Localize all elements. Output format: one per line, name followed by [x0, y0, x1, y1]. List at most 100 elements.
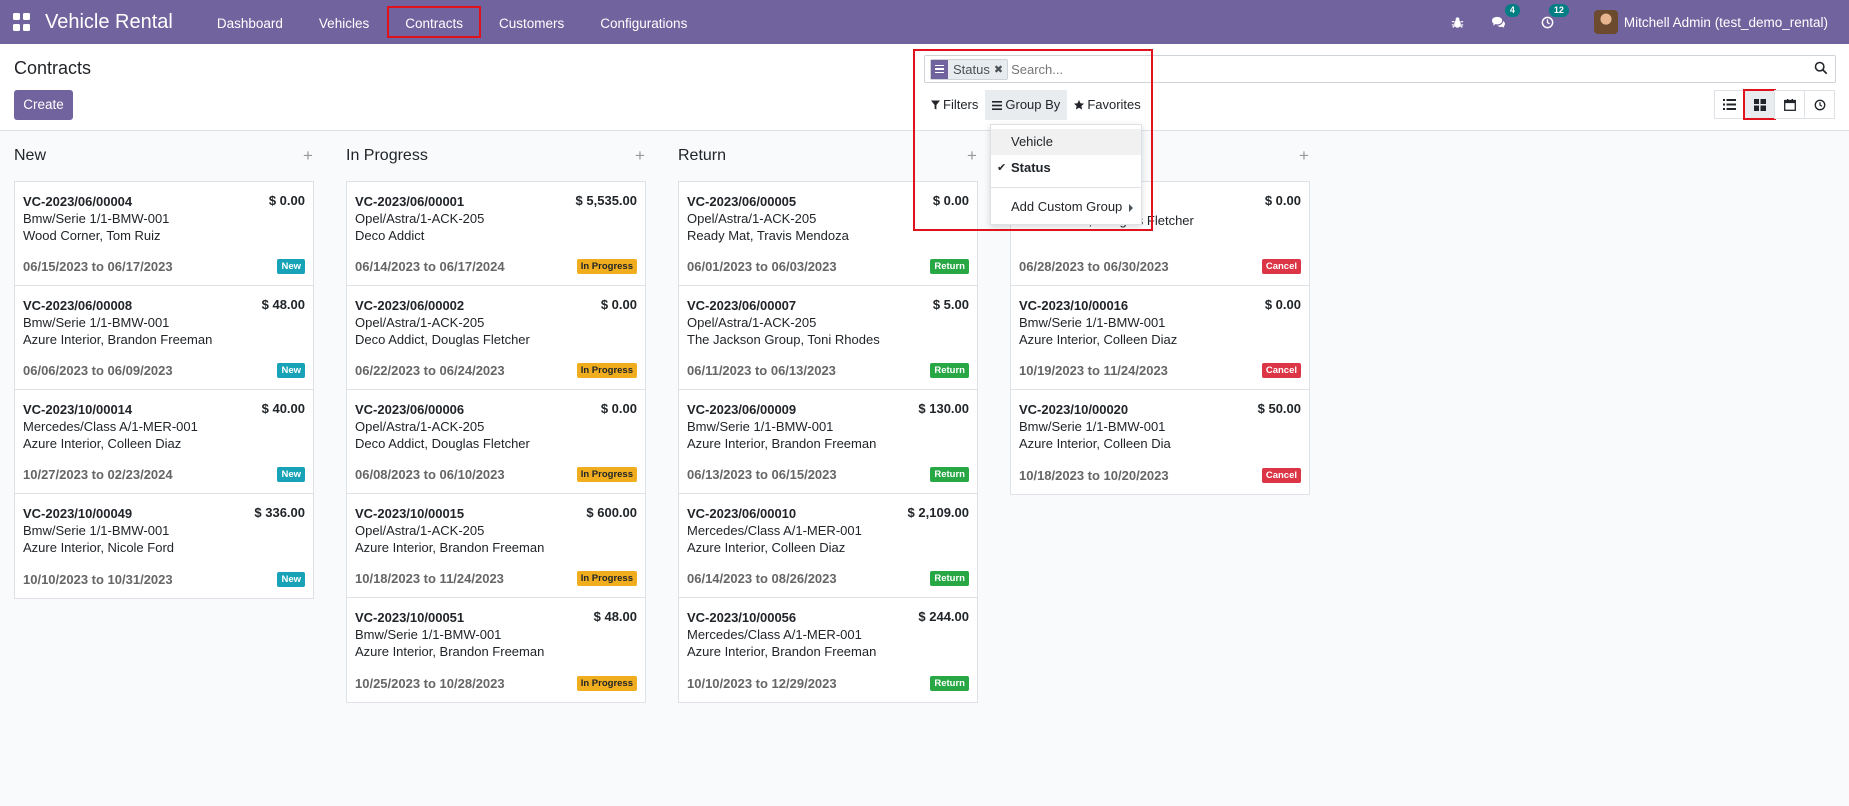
- contract-vehicle: Bmw/Serie 1/1-BMW-001: [1019, 315, 1166, 330]
- search-bar[interactable]: Status ✖: [924, 55, 1836, 83]
- activities-clock-icon[interactable]: 12: [1539, 4, 1569, 31]
- activity-view-button[interactable]: [1804, 90, 1835, 119]
- contract-customer: Wood Corner, Tom Ruiz: [23, 228, 161, 243]
- quick-create-plus-icon[interactable]: +: [1298, 146, 1310, 166]
- app-menu-icon[interactable]: [13, 13, 31, 31]
- menu-vehicles[interactable]: Vehicles: [301, 6, 387, 38]
- menu-contracts[interactable]: Contracts: [387, 6, 481, 38]
- contract-vehicle: Mercedes/Class A/1-MER-001: [23, 419, 198, 434]
- contract-customer: Azure Interior, Brandon Freeman: [355, 644, 545, 659]
- kanban-column: New + VC-2023/06/00004 $ 0.00 Bmw/Serie 1/1-…: [14, 131, 314, 599]
- kanban-card[interactable]: VC-2023/06/00009 $ 130.00 Bmw/Serie 1/1-BM…: [679, 390, 977, 494]
- contract-amount: $ 0.00: [600, 297, 637, 312]
- contract-customer: Azure Interior, Colleen Dia: [1019, 436, 1171, 451]
- contract-dates: 10/10/2023 to 12/29/2023: [687, 676, 837, 691]
- create-button[interactable]: Create: [14, 90, 73, 120]
- kanban-card[interactable]: VC-2023/06/00006 $ 0.00 Opel/Astra/1-ACK-2…: [347, 390, 645, 494]
- clock-icon: [1814, 99, 1825, 110]
- contract-amount: $ 0.00: [1264, 193, 1301, 208]
- contract-reference: VC-2023/06/00002: [355, 298, 465, 313]
- contract-amount: $ 2,109.00: [907, 505, 969, 520]
- contract-customer: Azure Interior, Brandon Freeman: [687, 436, 877, 451]
- kanban-card[interactable]: VC-2023/06/00004 $ 0.00 Bmw/Serie 1/1-BMW-…: [15, 182, 313, 286]
- contract-amount: $ 600.00: [586, 505, 637, 520]
- kanban-card[interactable]: VC-2023/10/00014 $ 40.00 Mercedes/Class A/…: [15, 390, 313, 494]
- kanban-view-icon: [1753, 98, 1766, 111]
- contract-vehicle: Opel/Astra/1-ACK-205: [355, 523, 485, 538]
- contract-amount: $ 336.00: [254, 505, 305, 520]
- contract-dates: 06/28/2023 to 06/30/2023: [1019, 259, 1169, 274]
- list-view-button[interactable]: [1714, 90, 1745, 119]
- user-avatar[interactable]: [1593, 10, 1618, 34]
- contract-amount: $ 0.00: [600, 401, 637, 416]
- kanban-cards: $ 0.00MER-001Deco Addict, Douglas Fletch…: [1010, 181, 1310, 495]
- filter-funnel-icon: [931, 100, 940, 110]
- kanban-card[interactable]: VC-2023/10/00056 $ 244.00 Mercedes/Class A…: [679, 598, 977, 702]
- add-custom-group[interactable]: Add Custom Group: [991, 194, 1141, 220]
- filters-toggle[interactable]: Filters: [924, 90, 985, 120]
- control-panel: Contracts Create Status ✖ Filters Group …: [0, 44, 1849, 131]
- contract-customer: Deco Addict, Douglas Fletcher: [355, 436, 530, 451]
- kanban-card[interactable]: VC-2023/06/00010 $ 2,109.00 Mercedes/Class…: [679, 494, 977, 598]
- kanban-cards: VC-2023/06/00004 $ 0.00 Bmw/Serie 1/1-BMW-…: [14, 181, 314, 599]
- group-by-option-vehicle[interactable]: Vehicle: [991, 129, 1141, 155]
- quick-create-plus-icon[interactable]: +: [966, 146, 978, 166]
- menu-customers[interactable]: Customers: [481, 6, 582, 38]
- group-by-option-status[interactable]: ✔ Status: [991, 155, 1141, 181]
- kanban-card[interactable]: VC-2023/06/00008 $ 48.00 Bmw/Serie 1/1-BMW…: [15, 286, 313, 390]
- star-icon: [1074, 100, 1085, 110]
- kanban-card[interactable]: VC-2023/06/00005 $ 0.00 Opel/Astra/1-ACK-2…: [679, 182, 977, 286]
- kanban-card[interactable]: VC-2023/10/00051 $ 48.00 Bmw/Serie 1/1-BMW…: [347, 598, 645, 702]
- list-view-icon: [1723, 99, 1736, 110]
- contract-vehicle: Mercedes/Class A/1-MER-001: [687, 627, 862, 642]
- kanban-cards: VC-2023/06/00001 $ 5,535.00 Opel/Astra/1-A…: [346, 181, 646, 703]
- kanban-card[interactable]: VC-2023/06/00002 $ 0.00 Opel/Astra/1-ACK-2…: [347, 286, 645, 390]
- kanban-card[interactable]: VC-2023/06/00007 $ 5.00 Opel/Astra/1-ACK-2…: [679, 286, 977, 390]
- kanban-column-title[interactable]: In Progress: [346, 147, 428, 165]
- menu-dashboard[interactable]: Dashboard: [199, 6, 301, 38]
- filters-label: Filters: [943, 97, 979, 112]
- kanban-card[interactable]: VC-2023/10/00049 $ 336.00 Bmw/Serie 1/1-BM…: [15, 494, 313, 598]
- kanban-column: Return + VC-2023/06/00005 $ 0.00 Opel/Astra/…: [678, 131, 978, 703]
- menu-configurations[interactable]: Configurations: [582, 6, 705, 38]
- quick-create-plus-icon[interactable]: +: [302, 146, 314, 166]
- contract-amount: $ 50.00: [1257, 401, 1301, 416]
- quick-create-plus-icon[interactable]: +: [634, 146, 646, 166]
- contract-vehicle: Opel/Astra/1-ACK-205: [355, 315, 485, 330]
- app-brand[interactable]: Vehicle Rental: [45, 11, 173, 34]
- kanban-card[interactable]: VC-2023/10/00020 $ 50.00 Bmw/Serie 1/1-BMW…: [1011, 390, 1309, 494]
- debug-bug-icon[interactable]: [1449, 13, 1467, 31]
- calendar-view-button[interactable]: [1774, 90, 1805, 119]
- kanban-card[interactable]: VC-2023/06/00001 $ 5,535.00 Opel/Astra/1-A…: [347, 182, 645, 286]
- contract-amount: $ 40.00: [261, 401, 305, 416]
- status-badge: New: [277, 572, 305, 587]
- search-input[interactable]: [1011, 57, 1792, 81]
- group-by-dropdown: Vehicle ✔ Status Add Custom Group: [990, 124, 1142, 225]
- view-switcher: [1714, 89, 1835, 120]
- status-badge: New: [277, 467, 305, 482]
- add-custom-group-label: Add Custom Group: [1011, 199, 1123, 214]
- remove-facet-icon[interactable]: ✖: [994, 63, 1007, 76]
- search-icon[interactable]: [1814, 61, 1828, 75]
- group-by-lines-icon: [992, 100, 1003, 110]
- kanban-view-button[interactable]: [1743, 89, 1776, 120]
- contract-customer: Azure Interior, Colleen Diaz: [1019, 332, 1178, 347]
- contract-dates: 10/18/2023 to 10/20/2023: [1019, 468, 1169, 483]
- status-badge: Cancel: [1261, 259, 1301, 274]
- kanban-card[interactable]: VC-2023/10/00016 $ 0.00 Bmw/Serie 1/1-BMW-…: [1011, 286, 1309, 390]
- contract-amount: $ 5.00: [932, 297, 969, 312]
- status-badge: In Progress: [576, 676, 637, 691]
- kanban-card[interactable]: VC-2023/10/00015 $ 600.00 Opel/Astra/1-ACK…: [347, 494, 645, 598]
- contract-dates: 10/18/2023 to 11/24/2023: [355, 571, 504, 586]
- kanban-column-header: New +: [14, 131, 314, 181]
- kanban-column-title[interactable]: Return: [678, 147, 726, 165]
- favorites-toggle[interactable]: Favorites: [1067, 90, 1147, 120]
- messages-icon[interactable]: 4: [1490, 4, 1520, 31]
- user-menu-name[interactable]: Mitchell Admin (test_demo_rental): [1624, 15, 1828, 30]
- kanban-column-header: In Progress +: [346, 131, 646, 181]
- status-badge: New: [277, 363, 305, 378]
- kanban-column-title[interactable]: New: [14, 147, 46, 165]
- contract-vehicle: Mercedes/Class A/1-MER-001: [687, 523, 862, 538]
- group-by-toggle[interactable]: Group By: [985, 90, 1068, 120]
- contract-vehicle: Bmw/Serie 1/1-BMW-001: [1019, 419, 1166, 434]
